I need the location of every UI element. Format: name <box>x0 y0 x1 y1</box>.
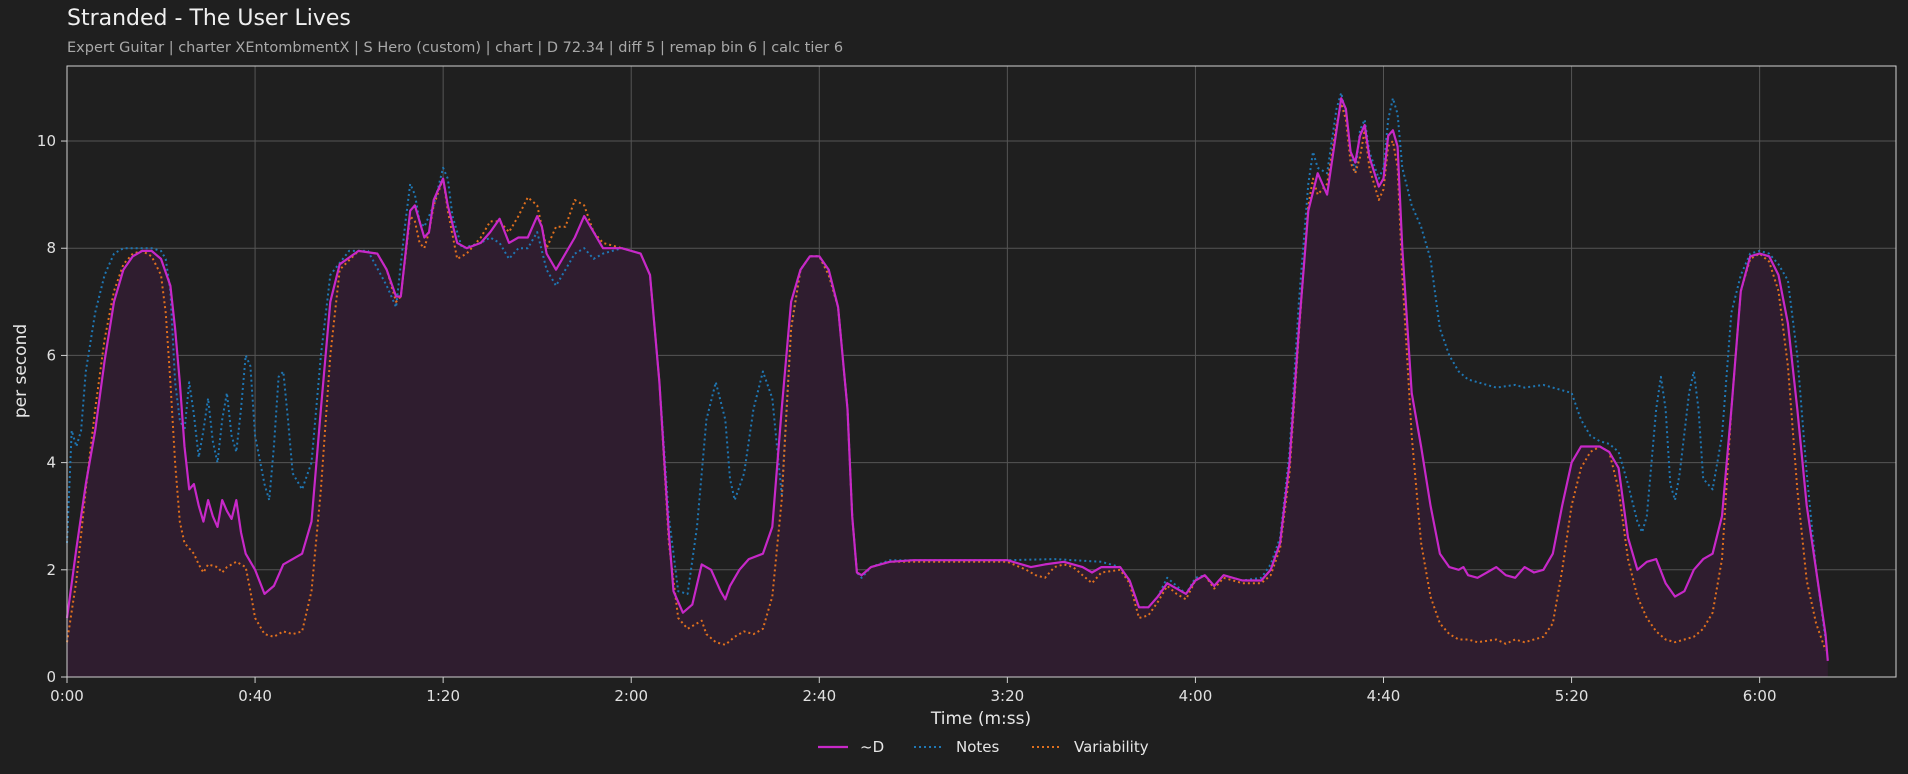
variability-legend-label: Variability <box>1074 738 1149 756</box>
x-tick-label: 5:20 <box>1555 687 1589 705</box>
x-tick-label: 2:00 <box>614 687 648 705</box>
x-tick-label: 4:00 <box>1179 687 1213 705</box>
x-axis-label: Time (m:ss) <box>930 709 1031 729</box>
y-tick-label: 4 <box>46 454 56 472</box>
line-chart: 0:00 0:40 1:20 2:00 2:40 3:20 4:00 4:40 5:20 6:00… <box>11 65 1897 756</box>
y-tick-label: 0 <box>46 668 56 686</box>
x-tick-label: 0:00 <box>50 687 84 705</box>
x-tick-label: 1:20 <box>426 687 460 705</box>
y-tick-label: 2 <box>46 561 56 579</box>
notes-legend-label: Notes <box>956 738 1000 756</box>
d-legend-label: ~D <box>860 738 884 756</box>
legend: ~D Notes Variability <box>818 738 1149 756</box>
x-tick-label: 4:40 <box>1367 687 1401 705</box>
x-tick-label: 2:40 <box>802 687 836 705</box>
y-tick-label: 10 <box>37 132 56 150</box>
y-axis-label: per second <box>11 324 31 418</box>
x-tick-label: 3:20 <box>991 687 1025 705</box>
y-tick-label: 8 <box>46 239 56 257</box>
y-tick-label: 6 <box>46 346 56 364</box>
x-tick-label: 0:40 <box>238 687 272 705</box>
x-tick-label: 6:00 <box>1743 687 1777 705</box>
